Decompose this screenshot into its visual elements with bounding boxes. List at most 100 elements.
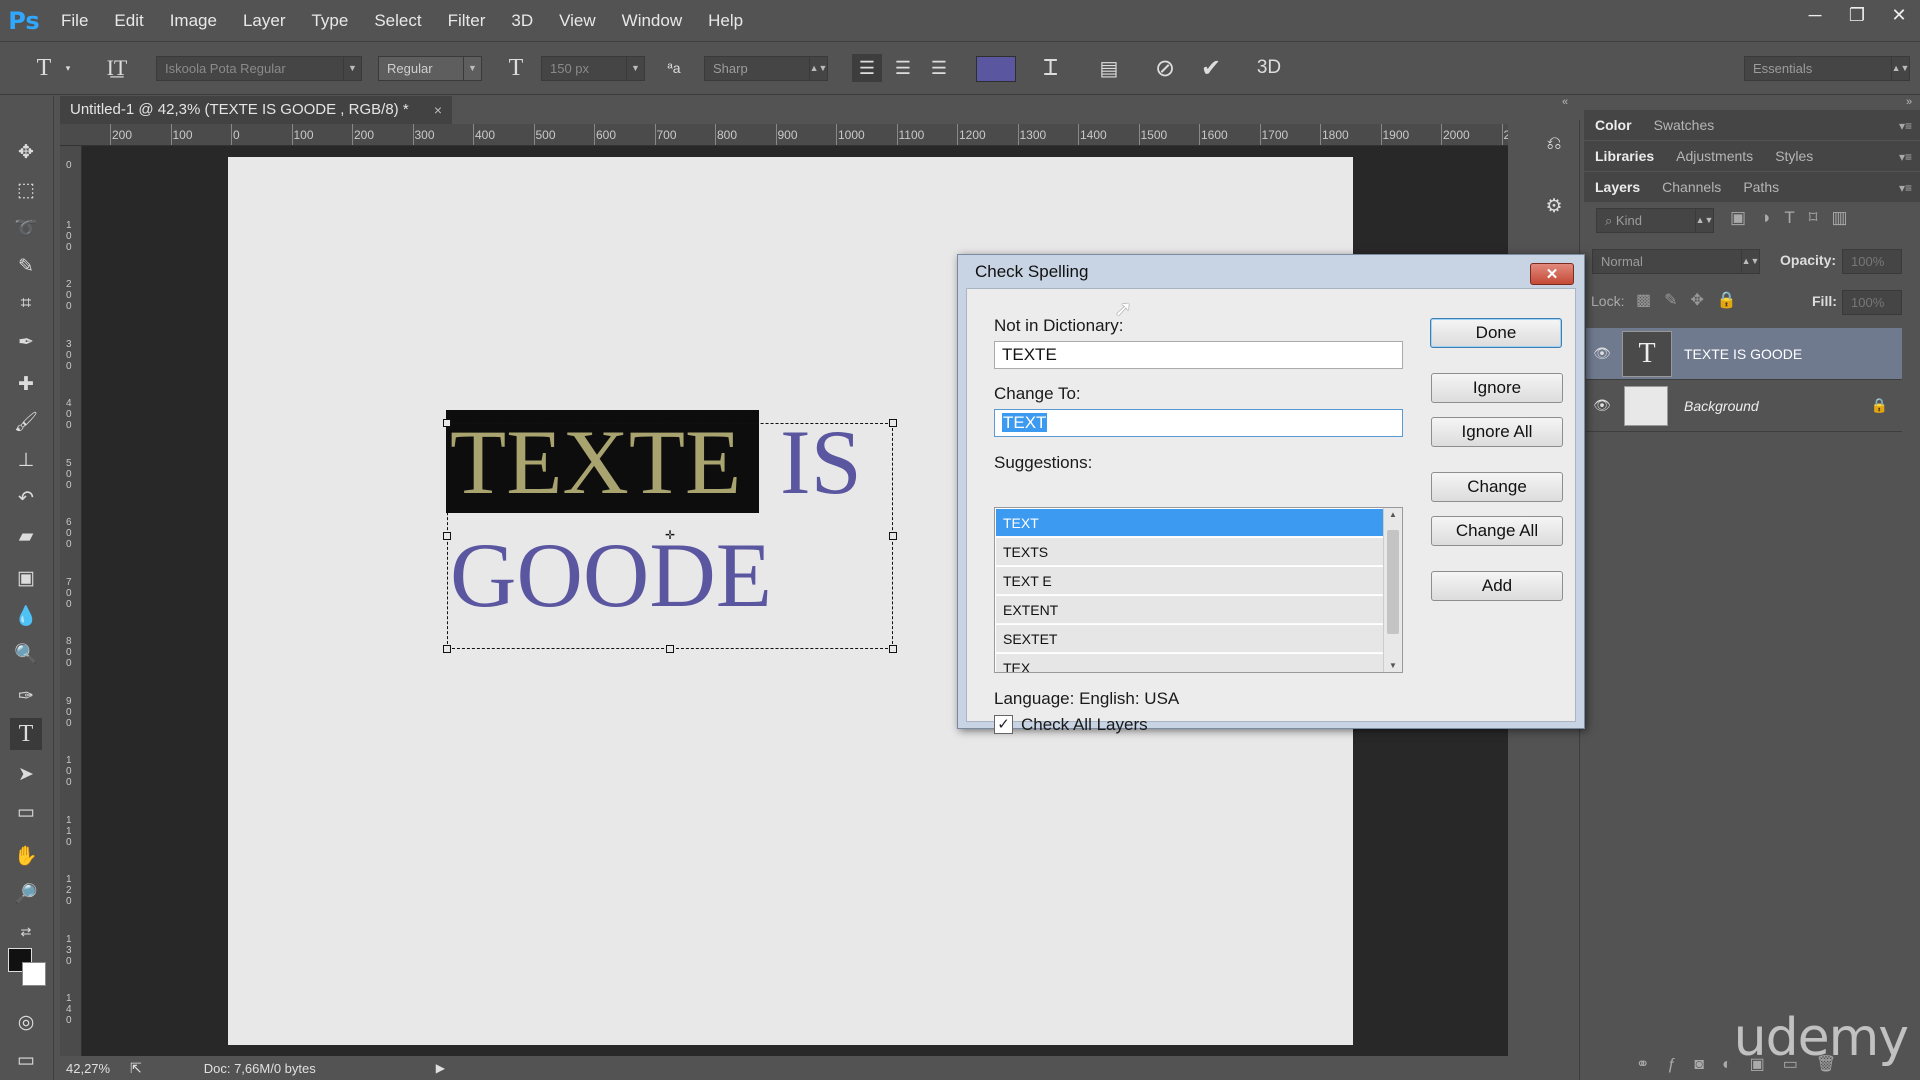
ignore-button[interactable]: Ignore [1431,373,1563,403]
type-tool-icon[interactable]: T [10,718,42,750]
document-tab[interactable]: Untitled-1 @ 42,3% (TEXTE IS GOODE , RGB… [60,96,452,124]
eyedropper-tool-icon[interactable]: ✒ [10,326,42,358]
list-item[interactable]: SEXTET [996,625,1383,653]
history-panel-icon[interactable]: ⎌ [1538,128,1570,160]
layer-name[interactable]: TEXTE IS GOODE [1684,346,1802,362]
screen-mode-icon[interactable]: ▭ [10,1044,42,1076]
tab-styles[interactable]: Styles [1764,148,1824,164]
list-item[interactable]: TEX [996,654,1383,672]
menu-view[interactable]: View [546,0,609,41]
preset-dropdown-arrow-icon[interactable]: ▾ [62,54,74,82]
list-item[interactable]: TEXT [996,509,1383,537]
brush-tool-icon[interactable]: 🖌 [10,406,42,438]
minimize-button[interactable]: ─ [1794,0,1836,30]
text-color-swatch[interactable] [976,56,1016,82]
type-tool-preset-icon[interactable]: T [28,54,60,82]
layer-row-text[interactable]: 👁 T TEXTE IS GOODE [1586,328,1902,380]
transform-handle[interactable] [443,532,451,540]
scroll-up-icon[interactable]: ▲ [1384,510,1402,519]
tab-swatches[interactable]: Swatches [1643,117,1726,133]
fill-field[interactable]: 100% [1842,290,1902,315]
change-all-button[interactable]: Change All [1431,516,1563,546]
panel-menu-icon[interactable]: ▾≡ [1899,119,1912,133]
font-size-dropdown[interactable]: 150 px ▼ [541,56,645,81]
blur-tool-icon[interactable]: 💧 [10,600,42,632]
scrollbar-thumb[interactable] [1387,530,1399,634]
close-tab-icon[interactable]: × [434,96,442,124]
font-family-dropdown[interactable]: Iskoola Pota Regular ▼ [156,56,362,81]
done-button[interactable]: Done [1430,318,1562,348]
restore-button[interactable]: ❐ [1836,0,1878,30]
transform-handle[interactable] [889,419,897,427]
font-style-dropdown[interactable]: Regular ▼ [378,56,482,81]
menu-window[interactable]: Window [609,0,695,41]
check-all-layers-checkbox[interactable]: ✓ [994,715,1013,734]
list-item[interactable]: TEXT E [996,567,1383,595]
change-button[interactable]: Change [1431,472,1563,502]
dodge-tool-icon[interactable]: 🔍 [10,638,42,670]
dialog-close-button[interactable]: ✕ [1530,263,1574,285]
menu-image[interactable]: Image [157,0,230,41]
pen-tool-icon[interactable]: ✑ [10,680,42,712]
menu-help[interactable]: Help [695,0,756,41]
suggestions-list[interactable]: TEXT TEXTS TEXT E EXTENT SEXTET TEX ▲ ▼ [994,507,1403,673]
change-to-field[interactable]: TEXT [994,409,1403,437]
export-icon[interactable]: ⇱ [130,1060,142,1077]
cancel-edits-icon[interactable]: ⊘ [1150,54,1180,82]
menu-layer[interactable]: Layer [230,0,299,41]
tab-libraries[interactable]: Libraries [1584,148,1665,164]
menu-edit[interactable]: Edit [101,0,156,41]
eye-icon[interactable]: 👁 [1586,345,1618,362]
lock-icons[interactable]: ▩✎✥🔒 [1636,290,1750,310]
zoom-tool-icon[interactable]: 🔎 [10,878,42,910]
close-window-button[interactable]: ✕ [1878,0,1920,30]
properties-panel-icon[interactable]: ⚙ [1538,190,1570,222]
transform-handle[interactable] [889,645,897,653]
layer-filter-icons[interactable]: ▣◑T⌑▥ [1730,208,1862,228]
transform-handle[interactable] [443,645,451,653]
toggle-text-orientation-icon[interactable]: I͟T [101,54,133,82]
quick-mask-icon[interactable]: ◎ [10,1006,42,1038]
healing-brush-tool-icon[interactable]: ✚ [10,368,42,400]
collapse-panels-icon[interactable]: « [1562,96,1568,108]
warp-text-icon[interactable]: Ꮖ [1036,54,1066,82]
character-panel-icon[interactable]: ▤ [1094,54,1124,82]
align-center-icon[interactable]: ☰ [888,54,918,82]
rectangle-tool-icon[interactable]: ▭ [10,796,42,828]
tab-paths[interactable]: Paths [1732,179,1790,195]
tab-channels[interactable]: Channels [1651,179,1732,195]
lasso-tool-icon[interactable]: ➰ [10,212,42,244]
marquee-tool-icon[interactable]: ⬚ [10,174,42,206]
ignore-all-button[interactable]: Ignore All [1431,417,1563,447]
gradient-tool-icon[interactable]: ▣ [10,562,42,594]
hand-tool-icon[interactable]: ✋ [10,840,42,872]
align-left-icon[interactable]: ☰ [852,54,882,82]
suggestions-scrollbar[interactable]: ▲ ▼ [1383,508,1402,672]
eraser-tool-icon[interactable]: ▰ [10,520,42,552]
list-item[interactable]: EXTENT [996,596,1383,624]
scroll-down-icon[interactable]: ▼ [1384,661,1402,670]
eye-icon[interactable]: 👁 [1586,397,1618,414]
swap-colors-icon[interactable]: ⇄ [10,916,42,948]
menu-type[interactable]: Type [298,0,361,41]
antialias-dropdown[interactable]: Sharp ▲▼ [704,56,828,81]
clone-stamp-tool-icon[interactable]: ⊥ [10,444,42,476]
check-all-layers-label[interactable]: Check All Layers [1021,715,1148,735]
path-selection-tool-icon[interactable]: ➤ [10,758,42,790]
menu-3d[interactable]: 3D [498,0,546,41]
tab-adjustments[interactable]: Adjustments [1665,148,1764,164]
tab-color[interactable]: Color [1584,117,1643,133]
add-button[interactable]: Add [1431,571,1563,601]
menu-select[interactable]: Select [361,0,434,41]
transform-handle[interactable] [889,532,897,540]
3d-button[interactable]: 3D [1252,54,1286,82]
background-color-swatch[interactable] [22,962,46,986]
transform-handle[interactable] [443,419,451,427]
move-tool-icon[interactable]: ✥ [10,136,42,168]
history-brush-tool-icon[interactable]: ↶ [10,482,42,514]
layer-filter-kind-dropdown[interactable]: ⌕ Kind ▲▼ [1596,208,1714,233]
transform-handle[interactable] [666,645,674,653]
menu-file[interactable]: File [48,0,101,41]
layer-name[interactable]: Background [1684,398,1759,414]
expand-panels-icon[interactable]: » [1906,96,1912,108]
